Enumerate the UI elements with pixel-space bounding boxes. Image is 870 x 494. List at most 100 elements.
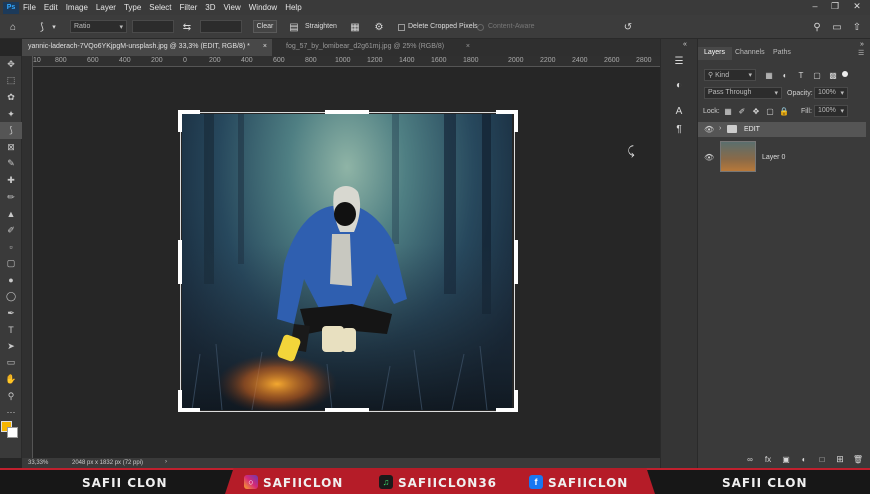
menu-type[interactable]: Type [120, 3, 145, 12]
width-input[interactable] [132, 20, 174, 33]
dodge-tool-icon[interactable]: ◯ [0, 288, 22, 305]
gradient-tool-icon[interactable]: ▢ [0, 255, 22, 272]
eraser-tool-icon[interactable]: ▫ [0, 239, 22, 256]
menu-filter[interactable]: Filter [176, 3, 202, 12]
close-icon[interactable]: × [263, 43, 267, 50]
link-layers-icon[interactable]: ∞ [744, 453, 756, 465]
path-select-icon[interactable]: ➤ [0, 338, 22, 355]
tab-fog-document[interactable]: fog_57_by_lomibear_d2g61mj.jpg @ 25% (RG… [280, 39, 475, 56]
frame-tool-icon[interactable]: ⊠ [0, 139, 22, 156]
crop-handle-bottom[interactable] [325, 408, 369, 412]
crop-handle-right[interactable] [514, 240, 518, 284]
workspace-icon[interactable]: ▭ [830, 20, 844, 34]
ratio-select[interactable]: Ratio ▾ [70, 20, 127, 33]
filter-type-icon[interactable]: T [796, 70, 806, 80]
crop-frame[interactable] [180, 112, 515, 412]
home-icon[interactable]: ⌂ [6, 20, 20, 34]
close-icon[interactable]: ✕ [850, 1, 864, 13]
tab-layers[interactable]: Layers [704, 49, 725, 56]
lock-pixels-icon[interactable]: ✐ [737, 106, 747, 116]
lasso-tool-icon[interactable]: ✿ [0, 89, 22, 106]
lock-artboard-icon[interactable]: ▢ [765, 106, 775, 116]
menu-window[interactable]: Window [245, 3, 281, 12]
eye-icon[interactable]: 👁 [704, 125, 714, 134]
menu-help[interactable]: Help [281, 3, 305, 12]
layer-row-layer-0[interactable]: 👁 Layer 0 [698, 139, 866, 175]
minimize-icon[interactable]: – [808, 1, 822, 13]
history-brush-icon[interactable]: ✐ [0, 222, 22, 239]
content-aware-checkbox[interactable] [477, 24, 484, 31]
filter-toggle-icon[interactable] [842, 71, 848, 77]
crop-handle-top-left-v[interactable] [178, 110, 182, 132]
crop-tool-icon[interactable]: ⟆ [34, 19, 50, 35]
layer-name[interactable]: EDIT [744, 126, 760, 133]
filter-pixel-icon[interactable]: ▦ [764, 70, 774, 80]
filter-smart-object-icon[interactable]: ▩ [828, 70, 838, 80]
quick-select-tool-icon[interactable]: ✦ [0, 106, 22, 123]
opacity-input[interactable]: 100% ▾ [814, 87, 848, 99]
collapse-icon[interactable]: « [679, 39, 691, 49]
lock-transparent-icon[interactable]: ▦ [723, 106, 733, 116]
clear-button[interactable]: Clear [253, 20, 277, 33]
filter-adjustment-icon[interactable]: ◐ [780, 70, 790, 80]
paragraph-panel-icon[interactable]: ¶ [671, 121, 687, 137]
collapse-icon[interactable]: » [856, 39, 868, 49]
panel-menu-icon[interactable]: ☰ [858, 49, 864, 57]
menu-layer[interactable]: Layer [92, 3, 120, 12]
crop-handle-top-right-v[interactable] [514, 110, 518, 132]
straighten-label[interactable]: Straighten [305, 23, 337, 30]
new-layer-icon[interactable]: ⊞ [834, 453, 846, 465]
background-color[interactable] [7, 427, 18, 439]
pen-tool-icon[interactable]: ✒ [0, 305, 22, 322]
more-tools-icon[interactable]: ⋯ [0, 404, 22, 421]
straighten-icon[interactable]: ▤ [287, 20, 301, 34]
history-panel-icon[interactable]: ☰ [671, 53, 687, 69]
tab-channels[interactable]: Channels [735, 49, 765, 56]
chevron-down-icon[interactable]: ▾ [50, 21, 58, 33]
hand-tool-icon[interactable]: ✋ [0, 371, 22, 388]
crop-handle-bottom-left-v[interactable] [178, 390, 182, 412]
new-group-icon[interactable]: □ [816, 453, 828, 465]
lock-all-icon[interactable]: 🔒 [779, 106, 789, 116]
blur-tool-icon[interactable]: ● [0, 272, 22, 289]
menu-view[interactable]: View [220, 3, 245, 12]
color-swatches[interactable] [0, 421, 21, 451]
layer-row-edit[interactable]: 👁 › EDIT [698, 122, 866, 137]
filter-shape-icon[interactable]: ▢ [812, 70, 822, 80]
menu-image[interactable]: Image [62, 3, 92, 12]
rectangle-tool-icon[interactable]: ▭ [0, 355, 22, 372]
close-icon[interactable]: × [466, 43, 470, 50]
menu-3d[interactable]: 3D [201, 3, 219, 12]
layer-filter-select[interactable]: ⚲ Kind ▾ [704, 69, 756, 81]
zoom-level[interactable]: 33,33% [28, 460, 48, 466]
tab-paths[interactable]: Paths [773, 49, 791, 56]
lock-position-icon[interactable]: ✥ [751, 106, 761, 116]
healing-brush-icon[interactable]: ✚ [0, 172, 22, 189]
fill-input[interactable]: 100% ▾ [814, 105, 848, 117]
move-tool-icon[interactable]: ✥ [0, 56, 22, 73]
adjustments-panel-icon[interactable]: ◐ [671, 77, 687, 93]
search-icon[interactable]: ⚲ [810, 20, 824, 34]
share-icon[interactable]: ⇧ [850, 20, 864, 34]
adjustment-layer-icon[interactable]: ◐ [798, 453, 810, 465]
crop-tool-icon[interactable]: ⟆ [0, 122, 22, 139]
chevron-right-icon[interactable]: › [719, 125, 721, 132]
menu-file[interactable]: File [19, 3, 40, 12]
brush-tool-icon[interactable]: ✏ [0, 189, 22, 206]
layer-name[interactable]: Layer 0 [762, 154, 785, 161]
grid-overlay-icon[interactable]: ▦ [348, 20, 362, 34]
crop-handle-left[interactable] [178, 240, 182, 284]
menu-select[interactable]: Select [145, 3, 175, 12]
gear-icon[interactable]: ⚙ [372, 20, 386, 34]
clone-stamp-icon[interactable]: ▲ [0, 205, 22, 222]
type-tool-icon[interactable]: T [0, 322, 22, 339]
crop-handle-bottom-right-v[interactable] [514, 390, 518, 412]
fx-icon[interactable]: fx [762, 453, 774, 465]
add-mask-icon[interactable]: ▣ [780, 453, 792, 465]
eye-icon[interactable]: 👁 [704, 153, 714, 162]
chevron-right-icon[interactable]: › [165, 459, 167, 465]
eyedropper-tool-icon[interactable]: ✎ [0, 156, 22, 173]
character-panel-icon[interactable]: A [671, 103, 687, 119]
reset-icon[interactable]: ↺ [621, 20, 635, 34]
menu-edit[interactable]: Edit [40, 3, 62, 12]
